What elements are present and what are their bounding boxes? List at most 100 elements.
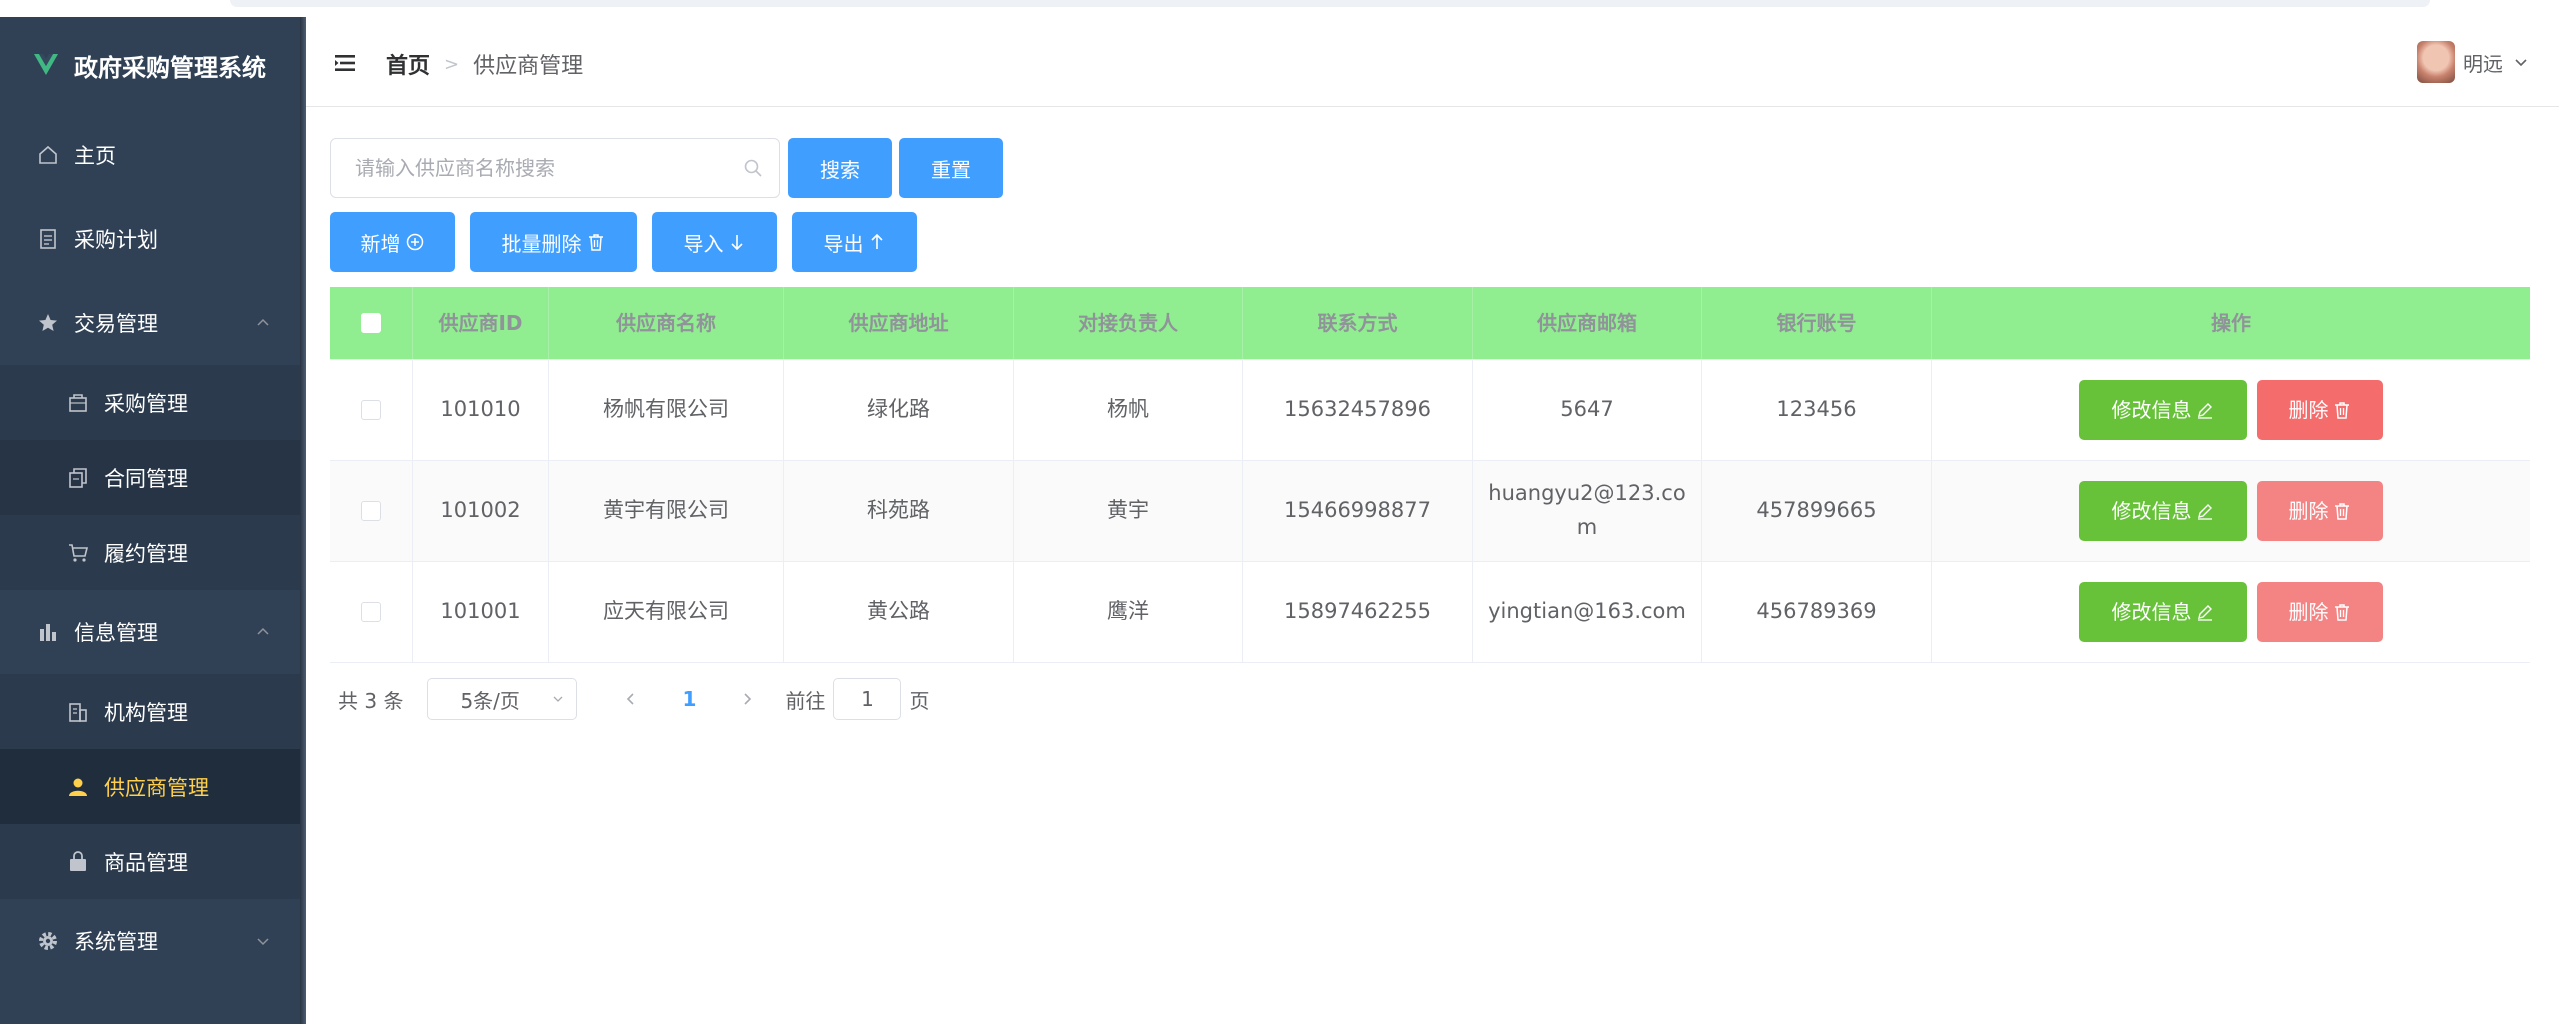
column-header: 供应商名称 [549,287,784,359]
sidebar-item-info-management[interactable]: 信息管理 [0,590,300,674]
prev-page-button[interactable] [611,691,651,707]
header-select-all-cell [330,287,413,359]
sidebar-item-system-management[interactable]: 系统管理 [0,899,300,983]
user-name[interactable]: 明远 [2463,48,2503,77]
select-all-checkbox[interactable] [361,313,381,333]
user-menu[interactable]: 明远 [2417,41,2529,83]
next-page-button[interactable] [727,691,767,707]
sidebar-item-label: 合同管理 [104,466,188,491]
bank-account-cell: 456789369 [1702,562,1932,662]
supplier-address-cell: 黄公路 [784,562,1014,662]
hamburger-icon[interactable] [334,52,356,74]
sidebar-item-goods-management[interactable]: 商品管理 [0,824,300,899]
supplier-name-cell: 黄宇有限公司 [549,461,784,561]
search-field [330,138,780,198]
add-button[interactable]: 新增 [330,212,455,272]
delete-button-label: 删除 [2288,499,2329,523]
delete-icon [2334,604,2349,621]
goto-page-input[interactable] [833,678,902,720]
sidebar-item-procurement-management[interactable]: 采购管理 [0,365,300,440]
import-button-label: 导入 [683,231,724,256]
sidebar-item-contract-management[interactable]: 合同管理 [0,440,300,515]
search-button[interactable]: 搜索 [788,138,892,198]
row-checkbox[interactable] [361,400,381,420]
chevron-down-icon [257,938,269,946]
sidebar-item-label: 交易管理 [74,312,158,336]
pagination: 共 3 条 5条/页 1 前往 页 [338,677,929,721]
sidebar-item-trade-management[interactable]: 交易管理 [0,281,300,365]
sidebar-item-label: 主页 [74,144,116,168]
edit-button[interactable]: 修改信息 [2079,380,2247,440]
search-icon [744,159,762,177]
actions-cell: 修改信息 删除 [1932,461,2530,561]
chevron-up-icon [257,318,269,326]
actions-cell: 修改信息 删除 [1932,562,2530,662]
row-select-cell [330,360,413,460]
logo[interactable]: 政府采购管理系统 [0,17,300,113]
import-button[interactable]: 导入 [652,212,777,272]
edit-button-label: 修改信息 [2111,398,2192,422]
reset-button[interactable]: 重置 [899,138,1003,198]
sidebar-item-institution-management[interactable]: 机构管理 [0,674,300,749]
sidebar-item-label: 系统管理 [74,930,158,954]
app-title: 政府采购管理系统 [74,53,266,82]
sidebar-item-label: 供应商管理 [104,775,209,800]
column-header: 供应商地址 [784,287,1014,359]
edit-button[interactable]: 修改信息 [2079,481,2247,541]
bank-account-cell: 457899665 [1702,461,1932,561]
sidebar-item-home[interactable]: 主页 [0,113,300,197]
breadcrumb-current: 供应商管理 [473,54,584,79]
cart-icon [66,541,90,565]
row-checkbox[interactable] [361,602,381,622]
bag-icon [66,391,90,415]
edit-pen-icon [2197,605,2212,621]
column-header: 供应商ID [413,287,549,359]
delete-icon [2334,503,2349,520]
sidebar-item-label: 信息管理 [74,621,158,645]
batch-delete-button[interactable]: 批量删除 [470,212,637,272]
column-header: 对接负责人 [1014,287,1243,359]
add-button-label: 新增 [360,231,401,256]
delete-button[interactable]: 删除 [2257,380,2383,440]
row-checkbox[interactable] [361,501,381,521]
column-header: 操作 [2211,311,2251,335]
edit-pen-icon [2197,403,2212,419]
column-header: 银行账号 [1702,287,1932,359]
star-icon [36,311,60,335]
breadcrumb-home[interactable]: 首页 [386,48,430,80]
contact-person-cell: 杨帆 [1014,360,1243,460]
avatar[interactable] [2417,41,2455,83]
delete-button[interactable]: 删除 [2257,481,2383,541]
sidebar-item-label: 机构管理 [104,700,188,725]
export-button[interactable]: 导出 [792,212,917,272]
user-icon [66,775,90,799]
goto-prefix: 前往 [785,688,826,713]
sidebar-item-label: 履约管理 [104,541,188,566]
sidebar-item-supplier-management[interactable]: 供应商管理 [0,749,300,824]
page-size-select[interactable]: 5条/页 [427,678,578,720]
supplier-name-cell: 杨帆有限公司 [549,360,784,460]
supplier-address-cell: 科苑路 [784,461,1014,561]
sidebar-menu: 主页 采购计划 交易管理 采购管理 合同管理 履约管理 信息管理 机构管理 供应… [0,113,300,983]
chevron-down-icon[interactable] [2513,54,2529,70]
page-number-current[interactable]: 1 [651,687,727,711]
edit-button-label: 修改信息 [2111,600,2192,624]
sidebar-item-purchase-plan[interactable]: 采购计划 [0,197,300,281]
edit-button[interactable]: 修改信息 [2079,582,2247,642]
delete-button[interactable]: 删除 [2257,582,2383,642]
email-cell: 5647 [1473,360,1702,460]
bar-chart-icon [36,620,60,644]
document-icon [36,227,60,251]
delete-icon [2334,402,2349,419]
circle-plus-icon [406,233,423,251]
column-header: 供应商邮箱 [1473,287,1702,359]
edit-pen-icon [2197,504,2212,520]
email-cell: huangyu2@123.com [1473,461,1702,561]
row-select-cell [330,461,413,561]
gear-icon [36,929,60,953]
delete-icon [588,234,603,251]
goto-suffix: 页 [909,688,930,713]
sidebar-item-performance-management[interactable]: 履约管理 [0,515,300,590]
bank-account-cell: 123456 [1702,360,1932,460]
search-input[interactable] [331,139,731,197]
